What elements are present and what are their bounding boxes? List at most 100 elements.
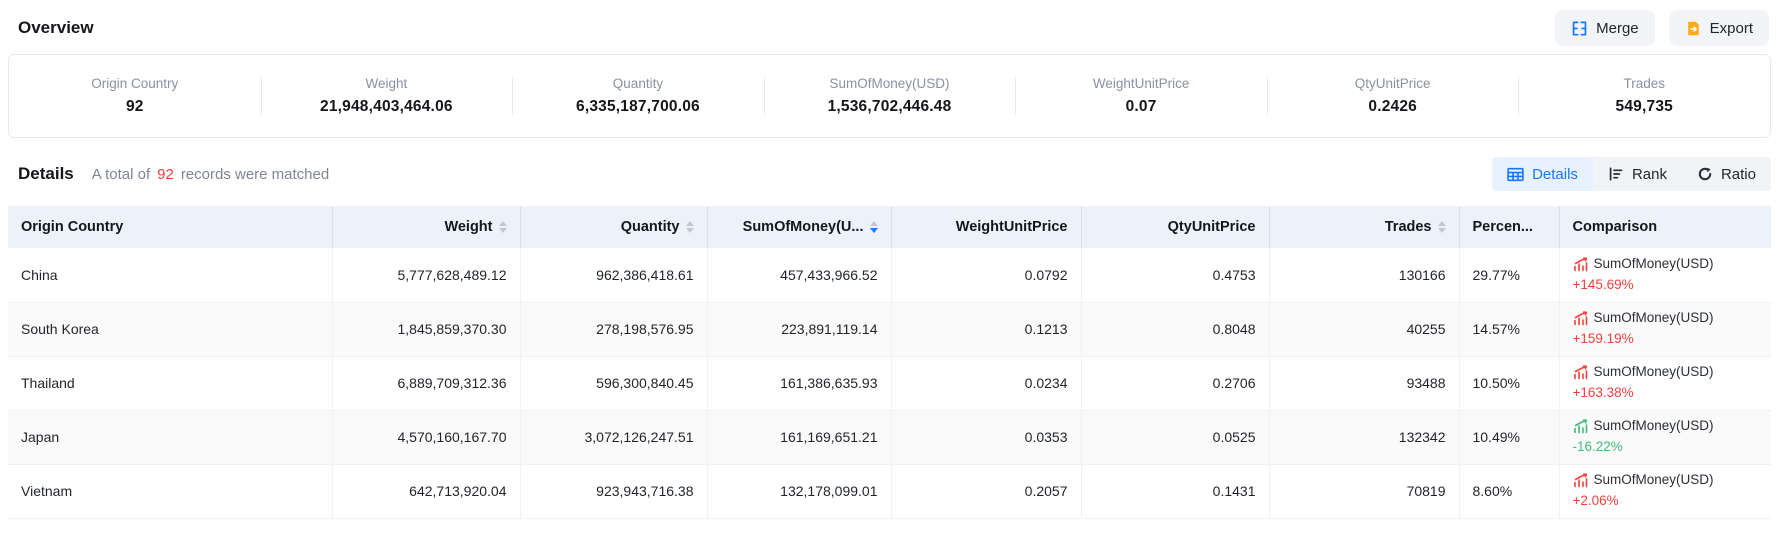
stat-label: Weight	[365, 76, 407, 91]
cell-quantity: 923,943,716.38	[520, 464, 707, 518]
comparison-metric-label: SumOfMoney(USD)	[1594, 470, 1714, 491]
cell-origin-country: China	[8, 248, 332, 302]
cell-weight-unit-price: 0.0353	[891, 410, 1081, 464]
stat-value: 6,335,187,700.06	[576, 98, 700, 116]
match-summary-prefix: A total of	[92, 166, 150, 183]
cell-comparison: SumOfMoney(USD) -16.22%	[1559, 410, 1771, 464]
cell-weight-unit-price: 0.0792	[891, 248, 1081, 302]
cell-qty-unit-price: 0.1431	[1081, 464, 1269, 518]
tab-ratio[interactable]: Ratio	[1682, 157, 1771, 191]
ratio-cycle-icon	[1697, 166, 1713, 182]
trend-chart-icon	[1573, 419, 1588, 434]
page-title: Overview	[18, 18, 94, 38]
cell-comparison: SumOfMoney(USD) +163.38%	[1559, 356, 1771, 410]
cell-weight: 4,570,160,167.70	[332, 410, 520, 464]
cell-sum-of-money: 161,386,635.93	[707, 356, 891, 410]
column-header-sumofmoney-u[interactable]: SumOfMoney(U...	[707, 206, 891, 248]
stat-label: QtyUnitPrice	[1355, 76, 1431, 91]
stat-item: Weight 21,948,403,464.06	[261, 55, 513, 137]
sort-toggle-icon[interactable]	[1438, 221, 1446, 233]
column-header-label: Weight	[444, 219, 492, 235]
comparison-change-value: +159.19%	[1573, 329, 1759, 350]
cell-comparison: SumOfMoney(USD) +159.19%	[1559, 302, 1771, 356]
comparison-metric-label: SumOfMoney(USD)	[1594, 308, 1714, 329]
column-header-label: Quantity	[621, 219, 680, 235]
stat-value: 21,948,403,464.06	[320, 98, 453, 116]
stat-value: 1,536,702,446.48	[828, 98, 952, 116]
view-switch: Details Rank Ratio	[1492, 157, 1771, 191]
table-row[interactable]: South Korea 1,845,859,370.30 278,198,576…	[8, 302, 1771, 356]
cell-qty-unit-price: 0.2706	[1081, 356, 1269, 410]
cell-percentage: 14.57%	[1459, 302, 1559, 356]
cell-trades: 40255	[1269, 302, 1459, 356]
tab-details[interactable]: Details	[1492, 157, 1593, 191]
column-header-quantity[interactable]: Quantity	[520, 206, 707, 248]
cell-comparison: SumOfMoney(USD) +2.06%	[1559, 464, 1771, 518]
cell-trades: 132342	[1269, 410, 1459, 464]
merge-button[interactable]: Merge	[1555, 10, 1655, 46]
tab-rank[interactable]: Rank	[1593, 157, 1682, 191]
stat-value: 0.2426	[1368, 98, 1417, 116]
stat-item: Origin Country 92	[9, 55, 261, 137]
sort-toggle-icon[interactable]	[686, 221, 694, 233]
cell-origin-country: Thailand	[8, 356, 332, 410]
cell-percentage: 29.77%	[1459, 248, 1559, 302]
column-header-weightunitprice[interactable]: WeightUnitPrice	[891, 206, 1081, 248]
cell-weight: 1,845,859,370.30	[332, 302, 520, 356]
table-header-row: Origin Country Weight Quantity SumOfMone…	[8, 206, 1771, 248]
trend-chart-icon	[1573, 365, 1588, 380]
stat-label: Origin Country	[91, 76, 178, 91]
comparison-change-value: -16.22%	[1573, 437, 1759, 458]
column-header-percen[interactable]: Percen...	[1459, 206, 1559, 248]
column-header-origin-country[interactable]: Origin Country	[8, 206, 332, 248]
cell-comparison: SumOfMoney(USD) +145.69%	[1559, 248, 1771, 302]
sort-toggle-icon[interactable]	[870, 221, 878, 233]
column-header-weight[interactable]: Weight	[332, 206, 520, 248]
tab-ratio-label: Ratio	[1721, 166, 1756, 183]
export-button-label: Export	[1710, 20, 1753, 37]
cell-percentage: 8.60%	[1459, 464, 1559, 518]
cell-trades: 130166	[1269, 248, 1459, 302]
cell-percentage: 10.50%	[1459, 356, 1559, 410]
record-count: 92	[157, 166, 174, 183]
table-row[interactable]: China 5,777,628,489.12 962,386,418.61 45…	[8, 248, 1771, 302]
table-row[interactable]: Thailand 6,889,709,312.36 596,300,840.45…	[8, 356, 1771, 410]
tab-rank-label: Rank	[1632, 166, 1667, 183]
table-row[interactable]: Japan 4,570,160,167.70 3,072,126,247.51 …	[8, 410, 1771, 464]
topbar: Overview Merge Export	[8, 0, 1771, 54]
column-header-comparison[interactable]: Comparison	[1559, 206, 1771, 248]
comparison-change-value: +145.69%	[1573, 275, 1759, 296]
cell-origin-country: Japan	[8, 410, 332, 464]
cell-origin-country: Vietnam	[8, 464, 332, 518]
details-table: Origin Country Weight Quantity SumOfMone…	[8, 206, 1771, 519]
cell-weight: 642,713,920.04	[332, 464, 520, 518]
comparison-metric-label: SumOfMoney(USD)	[1594, 254, 1714, 275]
cell-trades: 93488	[1269, 356, 1459, 410]
overview-stats-card: Origin Country 92 Weight 21,948,403,464.…	[8, 54, 1771, 138]
cell-percentage: 10.49%	[1459, 410, 1559, 464]
column-header-trades[interactable]: Trades	[1269, 206, 1459, 248]
sort-toggle-icon[interactable]	[499, 221, 507, 233]
cell-sum-of-money: 457,433,966.52	[707, 248, 891, 302]
cell-quantity: 278,198,576.95	[520, 302, 707, 356]
column-header-label: Comparison	[1573, 219, 1658, 235]
tab-details-label: Details	[1532, 166, 1578, 183]
export-icon	[1685, 20, 1702, 37]
stat-value: 0.07	[1126, 98, 1157, 116]
column-header-qtyunitprice[interactable]: QtyUnitPrice	[1081, 206, 1269, 248]
column-header-label: Trades	[1385, 219, 1432, 235]
trend-chart-icon	[1573, 311, 1588, 326]
details-title: Details	[18, 164, 74, 184]
cell-weight-unit-price: 0.1213	[891, 302, 1081, 356]
trend-chart-icon	[1573, 257, 1588, 272]
cell-trades: 70819	[1269, 464, 1459, 518]
records-matched-text: A total of 92 records were matched	[92, 166, 329, 183]
stat-item: Trades 549,735	[1518, 55, 1770, 137]
comparison-change-value: +163.38%	[1573, 383, 1759, 404]
table-row[interactable]: Vietnam 642,713,920.04 923,943,716.38 13…	[8, 464, 1771, 518]
cell-weight-unit-price: 0.2057	[891, 464, 1081, 518]
cell-sum-of-money: 161,169,651.21	[707, 410, 891, 464]
export-button[interactable]: Export	[1669, 10, 1769, 46]
cell-sum-of-money: 223,891,119.14	[707, 302, 891, 356]
cell-quantity: 962,386,418.61	[520, 248, 707, 302]
